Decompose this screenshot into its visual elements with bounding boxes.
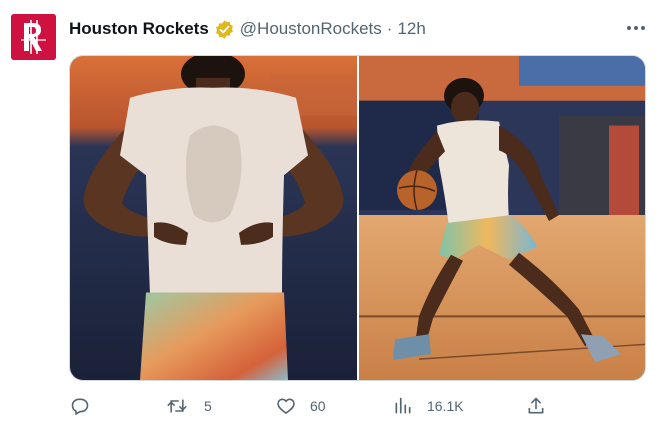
avatar[interactable] (11, 14, 56, 60)
account-name[interactable]: Houston Rockets (69, 19, 209, 39)
share-icon (528, 397, 544, 414)
retweet-count: 5 (204, 398, 212, 414)
retweet-button[interactable]: 5 (167, 392, 212, 420)
player-dribbling-photo[interactable] (359, 56, 645, 380)
tweet-header: Houston Rockets @HoustonRockets · 12h (69, 17, 426, 41)
retweet-icon (167, 399, 187, 413)
heart-icon (277, 398, 295, 414)
more-options-icon[interactable] (624, 18, 648, 38)
reply-icon (71, 398, 89, 415)
tweet-media[interactable] (69, 55, 646, 381)
views-count: 16.1K (427, 398, 464, 414)
like-count: 60 (310, 398, 326, 414)
player-back-view-photo[interactable] (70, 56, 357, 380)
tweet-actions: 5 60 16.1K (0, 392, 660, 420)
views-icon (395, 397, 411, 414)
tweet[interactable]: Houston Rockets @HoustonRockets · 12h 5 … (0, 0, 660, 427)
timestamp[interactable]: 12h (397, 19, 425, 39)
views-button[interactable]: 16.1K (393, 392, 464, 420)
account-handle[interactable]: @HoustonRockets (240, 19, 382, 39)
like-button[interactable]: 60 (276, 392, 326, 420)
houston-rockets-logo-icon (11, 14, 56, 60)
share-button[interactable] (526, 392, 546, 420)
separator-dot: · (386, 19, 393, 38)
reply-button[interactable] (70, 392, 103, 420)
verified-badge-icon (215, 19, 233, 39)
